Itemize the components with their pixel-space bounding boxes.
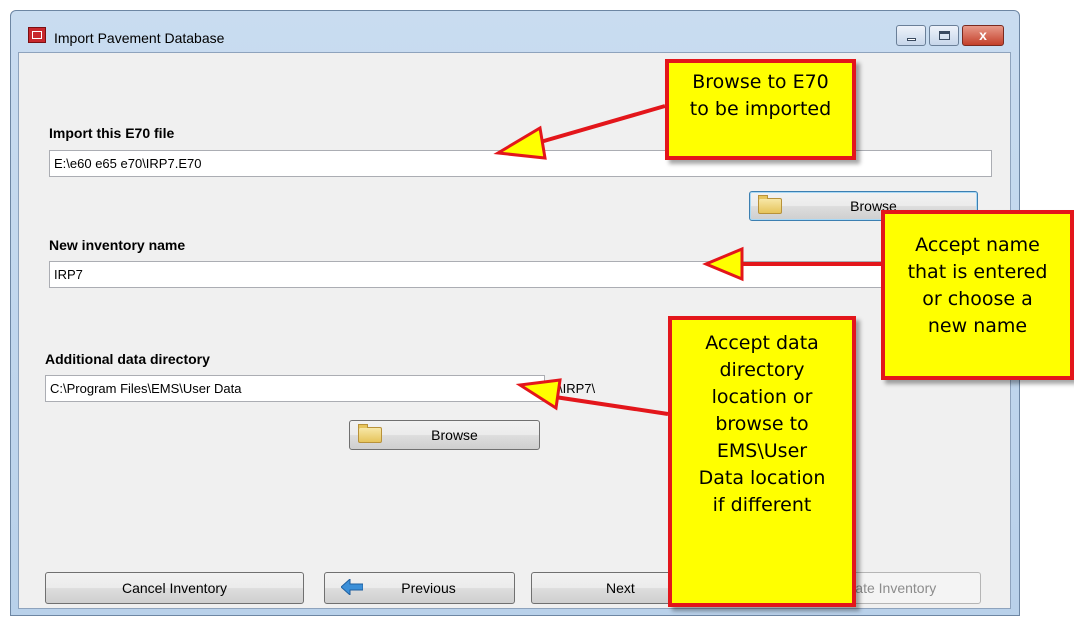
- app-icon: [28, 27, 46, 43]
- callout-line: Data location: [698, 467, 826, 489]
- data-directory-suffix: \IRP7\: [559, 381, 596, 396]
- callout-line: new name: [927, 315, 1028, 337]
- window-controls: x: [896, 25, 1004, 46]
- callout-browse-e70: Browse to E70 to be imported: [665, 59, 856, 160]
- inventory-name-label: New inventory name: [49, 237, 186, 253]
- import-dialog-window: Import Pavement Database x Import this E…: [10, 10, 1020, 616]
- callout-line: EMS\User: [716, 440, 808, 462]
- callout-line: to be imported: [689, 98, 832, 120]
- next-label: Next: [606, 580, 635, 596]
- callout-data-directory: Accept data directory location or browse…: [668, 316, 856, 607]
- dialog-body: Import this E70 file E:\e60 e65 e70\IRP7…: [18, 52, 1011, 609]
- callout-line: Accept data: [705, 332, 819, 354]
- close-button[interactable]: x: [962, 25, 1004, 46]
- cancel-inventory-button[interactable]: Cancel Inventory: [45, 572, 304, 604]
- arrow-left-icon: [341, 579, 363, 595]
- maximize-button[interactable]: [929, 25, 959, 46]
- folder-icon: [758, 195, 782, 214]
- callout-line: if different: [712, 494, 812, 516]
- callout-line: location or: [711, 386, 813, 408]
- window-title: Import Pavement Database: [54, 30, 225, 46]
- title-bar[interactable]: Import Pavement Database x: [11, 11, 1019, 53]
- minimize-icon: [907, 38, 916, 41]
- callout-line: Browse to E70: [692, 71, 829, 93]
- data-directory-label: Additional data directory: [45, 351, 210, 367]
- inventory-name-input[interactable]: IRP7: [49, 261, 992, 288]
- callout-line: Accept name: [915, 234, 1040, 256]
- callout-line: that is entered: [907, 261, 1048, 283]
- callout-line: browse to: [715, 413, 809, 435]
- minimize-button[interactable]: [896, 25, 926, 46]
- previous-label: Previous: [401, 580, 456, 596]
- close-icon: x: [979, 27, 987, 43]
- callout-line: or choose a: [922, 288, 1033, 310]
- callout-inventory-name: Accept name that is entered or choose a …: [881, 210, 1074, 380]
- callout-line: directory: [719, 359, 805, 381]
- folder-icon: [358, 424, 382, 443]
- e70-file-label: Import this E70 file: [49, 125, 175, 141]
- browse-directory-button[interactable]: Browse: [349, 420, 540, 450]
- maximize-icon: [939, 31, 950, 40]
- browse-directory-label: Browse: [431, 427, 478, 443]
- previous-button[interactable]: Previous: [324, 572, 515, 604]
- cancel-inventory-label: Cancel Inventory: [121, 580, 228, 596]
- data-directory-input[interactable]: C:\Program Files\EMS\User Data: [45, 375, 545, 402]
